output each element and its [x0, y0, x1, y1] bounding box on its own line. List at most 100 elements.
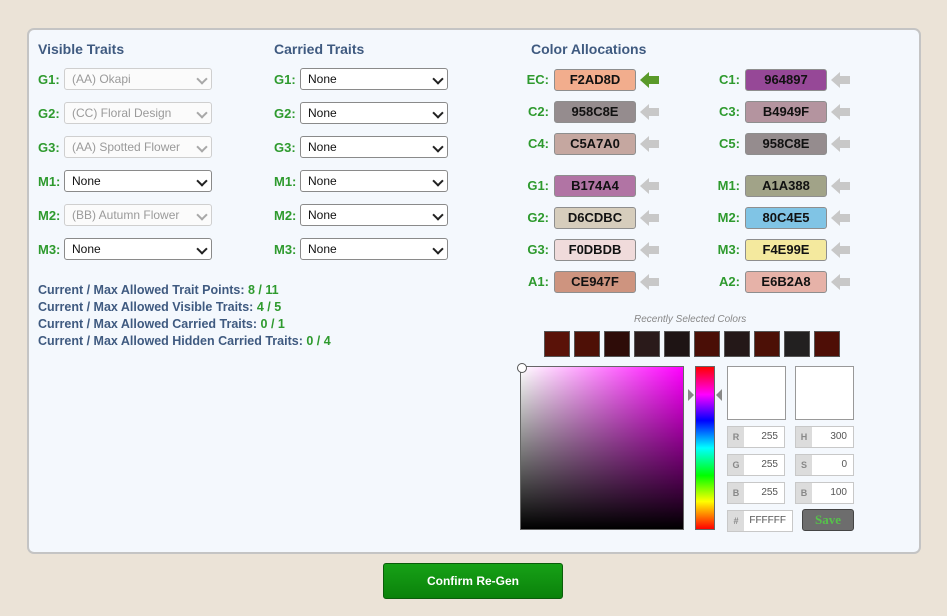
visible-trait-row: M2: (BB) Autumn Flower	[38, 204, 218, 228]
chevron-down-icon	[432, 107, 444, 119]
arrow-left-icon[interactable]	[640, 135, 660, 153]
arrow-left-active-icon[interactable]	[640, 71, 660, 89]
color-chip[interactable]: F0DBDB	[554, 239, 636, 261]
color-chip[interactable]: D6CDBC	[554, 207, 636, 229]
color-slot-right: C1: 964897	[719, 68, 855, 92]
confirm-regen-button[interactable]: Confirm Re-Gen	[383, 563, 563, 599]
carried-trait-select-value: None	[308, 208, 337, 222]
color-chip[interactable]: 958C8E	[554, 101, 636, 123]
red-field[interactable]: R 255	[727, 426, 785, 448]
hue-field[interactable]: H 300	[795, 426, 854, 448]
color-chip[interactable]: A1A388	[745, 175, 827, 197]
color-chip[interactable]: F2AD8D	[554, 69, 636, 91]
color-chip[interactable]: E6B2A8	[745, 271, 827, 293]
blue-field[interactable]: B 255	[727, 482, 785, 504]
chevron-down-icon	[196, 107, 208, 119]
arrow-left-icon[interactable]	[640, 241, 660, 259]
green-field[interactable]: G 255	[727, 454, 785, 476]
arrow-left-icon[interactable]	[831, 209, 851, 227]
recent-color-swatch[interactable]	[694, 331, 720, 357]
visible-trait-label: G3:	[38, 140, 60, 155]
arrow-left-icon[interactable]	[640, 273, 660, 291]
carried-trait-row: G3: None	[274, 136, 454, 160]
recent-color-swatch[interactable]	[784, 331, 810, 357]
stat-value: 0 / 4	[306, 334, 331, 348]
visible-trait-select-value: (BB) Autumn Flower	[72, 208, 180, 222]
saturation-field[interactable]: S0	[795, 454, 854, 476]
color-chip[interactable]: B4949F	[745, 101, 827, 123]
arrow-left-icon[interactable]	[831, 241, 851, 259]
stat-value: 0 / 1	[260, 317, 285, 331]
carried-trait-select[interactable]: None	[300, 170, 448, 192]
visible-trait-select-value: None	[72, 174, 101, 188]
current-color-preview	[795, 366, 854, 420]
stat-line: Current / Max Allowed Trait Points: 8 / …	[38, 282, 331, 299]
recent-color-swatch[interactable]	[634, 331, 660, 357]
arrow-left-icon[interactable]	[640, 177, 660, 195]
visible-trait-select: (CC) Floral Design	[64, 102, 212, 124]
stat-label: Current / Max Allowed Visible Traits:	[38, 300, 254, 314]
arrow-left-icon[interactable]	[831, 135, 851, 153]
color-chip[interactable]: 80C4E5	[745, 207, 827, 229]
carried-trait-row: G1: None	[274, 68, 454, 92]
color-chip[interactable]: F4E99E	[745, 239, 827, 261]
arrow-left-icon[interactable]	[831, 273, 851, 291]
hex-field[interactable]: # FFFFFF	[727, 510, 793, 532]
brightness-field[interactable]: B 100	[795, 482, 854, 504]
carried-trait-label: M2:	[274, 208, 297, 223]
color-slot-right: M1: A1A388	[718, 174, 855, 198]
hex-value: FFFFFF	[749, 515, 786, 526]
hue-slider[interactable]	[695, 366, 715, 530]
trait-stats: Current / Max Allowed Trait Points: 8 / …	[38, 282, 331, 350]
visible-trait-select: (AA) Okapi	[64, 68, 212, 90]
carried-trait-select[interactable]: None	[300, 136, 448, 158]
color-slot-left: C2: 958C8E	[528, 100, 664, 124]
color-chip[interactable]: CE947F	[554, 271, 636, 293]
color-slot-right: M2: 80C4E5	[718, 206, 855, 230]
carried-trait-select[interactable]: None	[300, 204, 448, 226]
hue-handle-left[interactable]	[688, 389, 694, 401]
blue-value: 255	[761, 487, 778, 498]
color-slot-label: C4:	[528, 136, 549, 151]
color-slot-label: M1:	[717, 178, 740, 193]
color-slot-label: G2:	[527, 210, 549, 225]
recent-color-swatch[interactable]	[724, 331, 750, 357]
recent-color-swatch[interactable]	[814, 331, 840, 357]
carried-trait-select[interactable]: None	[300, 102, 448, 124]
color-chip[interactable]: 964897	[745, 69, 827, 91]
arrow-left-icon[interactable]	[831, 103, 851, 121]
saturation-value-picker[interactable]	[517, 363, 684, 530]
hue-handle-right[interactable]	[716, 389, 722, 401]
arrow-left-icon[interactable]	[640, 209, 660, 227]
recent-color-swatch[interactable]	[754, 331, 780, 357]
chevron-down-icon	[432, 141, 444, 153]
visible-trait-select[interactable]: None	[64, 170, 212, 192]
chevron-down-icon	[196, 175, 208, 187]
carried-trait-select[interactable]: None	[300, 238, 448, 260]
recent-color-swatch[interactable]	[574, 331, 600, 357]
chevron-down-icon	[432, 73, 444, 85]
recent-color-swatch[interactable]	[544, 331, 570, 357]
visible-traits-heading: Visible Traits	[38, 41, 125, 57]
carried-trait-select-value: None	[308, 106, 337, 120]
visible-trait-label: G1:	[38, 72, 60, 87]
color-chip[interactable]: C5A7A0	[554, 133, 636, 155]
visible-trait-row: G1: (AA) Okapi	[38, 68, 218, 92]
recent-color-swatch[interactable]	[604, 331, 630, 357]
arrow-left-icon[interactable]	[831, 177, 851, 195]
carried-trait-select[interactable]: None	[300, 68, 448, 90]
color-slot-label: C1:	[719, 72, 740, 87]
visible-trait-row: M3: None	[38, 238, 218, 262]
visible-trait-label: M1:	[38, 174, 61, 189]
arrow-left-icon[interactable]	[831, 71, 851, 89]
color-chip[interactable]: 958C8E	[745, 133, 827, 155]
color-chip[interactable]: B174A4	[554, 175, 636, 197]
visible-trait-select[interactable]: None	[64, 238, 212, 260]
picker-cursor[interactable]	[517, 363, 527, 373]
chevron-down-icon	[432, 243, 444, 255]
carried-trait-select-value: None	[308, 242, 337, 256]
arrow-left-icon[interactable]	[640, 103, 660, 121]
save-color-button[interactable]: Save	[802, 509, 854, 531]
chevron-down-icon	[196, 73, 208, 85]
recent-color-swatch[interactable]	[664, 331, 690, 357]
